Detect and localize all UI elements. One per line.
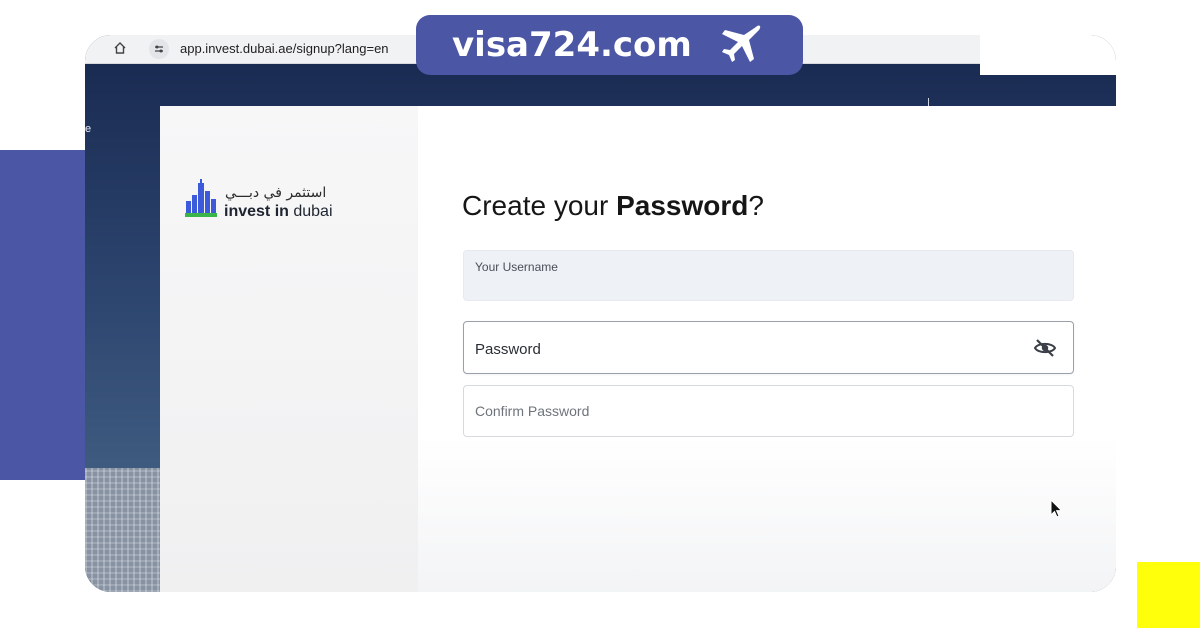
top-right-white-area — [980, 35, 1116, 75]
signup-card: استثمر في دبـــي invest in dubai Create … — [160, 106, 1116, 592]
site-settings-icon[interactable] — [149, 39, 169, 59]
username-field[interactable]: Your Username — [463, 250, 1074, 301]
confirm-password-label: Confirm Password — [475, 403, 590, 419]
logo-arabic-text: استثمر في دبـــي — [225, 185, 327, 201]
skyline-icon — [185, 179, 217, 217]
watermark-text: visa724.com — [452, 25, 692, 65]
bottom-fade — [418, 436, 1116, 592]
airplane-icon — [722, 25, 761, 62]
screenshot-frame: e app.invest.dubai.ae/signup?lang=en است… — [85, 35, 1116, 592]
title-suffix: ? — [748, 190, 764, 221]
mouse-pointer-icon — [1050, 499, 1063, 518]
home-icon[interactable] — [113, 41, 127, 55]
invest-in-dubai-logo[interactable]: استثمر في دبـــي invest in dubai — [185, 179, 355, 223]
password-label: Password — [475, 341, 541, 358]
title-regular: Create your — [462, 190, 617, 221]
password-field[interactable]: Password — [463, 321, 1074, 374]
logo-english-bold: invest in — [224, 203, 289, 220]
logo-english-text: invest in dubai — [224, 203, 333, 221]
confirm-password-field[interactable]: Confirm Password — [463, 385, 1074, 437]
decorative-yellow-block — [1137, 562, 1200, 628]
card-side-panel: استثمر في دبـــي invest in dubai — [160, 106, 418, 592]
eye-slash-icon[interactable] — [1033, 336, 1057, 360]
background-edge-text: e — [85, 123, 92, 135]
username-label: Your Username — [475, 260, 558, 274]
title-bold: Password — [616, 190, 749, 221]
building-image — [85, 468, 163, 592]
watermark-badge: visa724.com — [416, 15, 803, 75]
url-text[interactable]: app.invest.dubai.ae/signup?lang=en — [180, 41, 389, 56]
page-title: Create your Password? — [462, 190, 764, 222]
logo-english-regular: dubai — [288, 203, 333, 220]
